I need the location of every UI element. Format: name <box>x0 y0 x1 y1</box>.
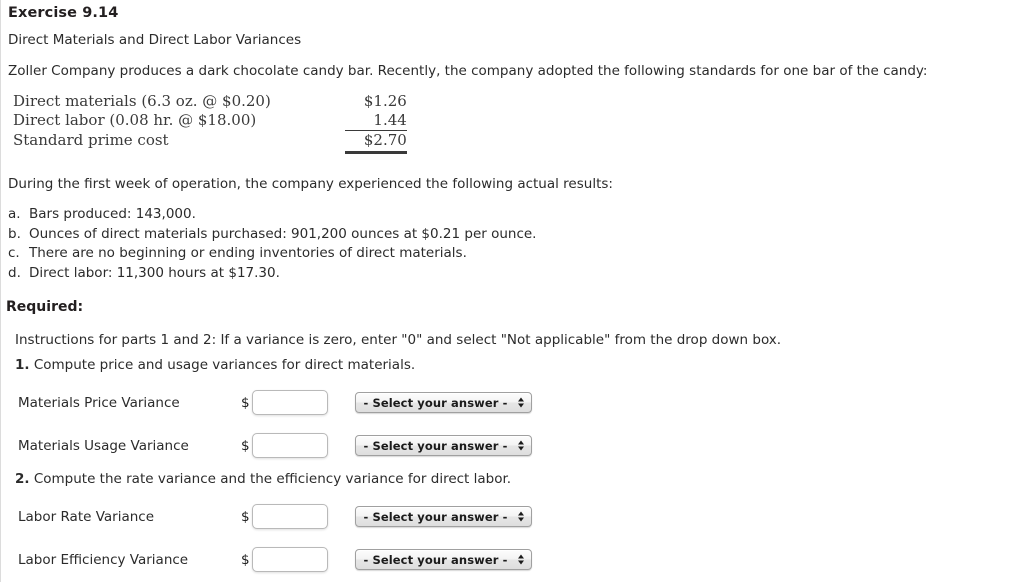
currency-symbol: $ <box>241 394 250 411</box>
list-item-marker: d. <box>8 264 21 281</box>
label-materials-price-variance: Materials Price Variance <box>18 394 180 411</box>
select-materials-usage-variance[interactable]: - Select your answer - <box>355 435 532 456</box>
form-row-labor-efficiency-variance: Labor Efficiency Variance $ - Select you… <box>1 543 1024 576</box>
list-item-marker: b. <box>8 225 21 242</box>
form-row-materials-usage-variance: Materials Usage Variance $ - Select your… <box>1 429 1024 462</box>
list-item-text: Ounces of direct materials purchased: 90… <box>29 225 537 242</box>
list-item-marker: c. <box>8 245 20 261</box>
table-row: Direct materials (6.3 oz. @ $0.20) $1.26 <box>13 92 407 111</box>
standards-table: Direct materials (6.3 oz. @ $0.20) $1.26… <box>13 92 407 154</box>
list-item: a. Bars produced: 143,000. <box>8 205 1024 225</box>
instructions-text: Instructions for parts 1 and 2: If a var… <box>15 332 782 348</box>
select-materials-price-variance[interactable]: - Select your answer - <box>355 392 532 413</box>
actual-results-list: a. Bars produced: 143,000. b. Ounces of … <box>1 205 1024 283</box>
step-1-text: Compute price and usage variances for di… <box>33 357 416 373</box>
exercise-page: Exercise 9.14 Direct Materials and Direc… <box>0 0 1024 582</box>
list-item: b. Ounces of direct materials purchased:… <box>8 225 1024 245</box>
form-row-labor-rate-variance: Labor Rate Variance $ - Select your answ… <box>1 500 1024 533</box>
list-item: d. Direct labor: 11,300 hours at $17.30. <box>8 264 1024 284</box>
standards-row-description: Direct labor (0.08 hr. @ $18.00) <box>13 111 257 130</box>
list-item-text: There are no beginning or ending invento… <box>29 245 467 261</box>
step-1: 1. Compute price and usage variances for… <box>1 348 1024 373</box>
select-labor-rate-variance[interactable]: - Select your answer - <box>355 506 532 527</box>
list-item-text: Direct labor: 11,300 hours at $17.30. <box>29 264 280 281</box>
input-labor-efficiency-variance[interactable] <box>252 547 328 572</box>
standards-table-wrapper: Direct materials (6.3 oz. @ $0.20) $1.26… <box>1 92 1024 154</box>
currency-symbol: $ <box>241 437 250 454</box>
standards-row-description: Standard prime cost <box>13 130 169 149</box>
step-2-text: Compute the rate variance and the effici… <box>33 471 512 487</box>
actual-results-lead-in: During the first week of operation, the … <box>8 176 613 192</box>
step-2-number: 2. <box>15 471 30 487</box>
exercise-intro-paragraph: Zoller Company produces a dark chocolate… <box>8 63 928 79</box>
list-item-text: Bars produced: 143,000. <box>29 206 196 222</box>
currency-symbol: $ <box>241 551 250 568</box>
label-labor-efficiency-variance: Labor Efficiency Variance <box>18 551 189 568</box>
chevron-updown-icon <box>517 552 524 567</box>
standards-row-amount: $1.26 <box>363 92 407 110</box>
chevron-updown-icon <box>517 509 524 524</box>
input-labor-rate-variance[interactable] <box>252 504 328 529</box>
list-item: c. There are no beginning or ending inve… <box>8 244 1024 264</box>
form-row-materials-price-variance: Materials Price Variance $ - Select your… <box>1 386 1024 419</box>
step-2: 2. Compute the rate variance and the eff… <box>1 462 1024 487</box>
standards-row-amount: 1.44 <box>373 111 407 129</box>
select-label: - Select your answer - <box>363 552 508 567</box>
input-materials-price-variance[interactable] <box>252 390 328 415</box>
required-heading: Required: <box>6 299 84 315</box>
step-1-number: 1. <box>15 357 30 373</box>
currency-symbol: $ <box>241 508 250 525</box>
standards-total-amount: $2.70 <box>344 130 407 154</box>
select-labor-efficiency-variance[interactable]: - Select your answer - <box>355 549 532 570</box>
standards-row-description: Direct materials (6.3 oz. @ $0.20) <box>13 92 271 110</box>
select-label: - Select your answer - <box>363 509 508 524</box>
exercise-subtitle: Direct Materials and Direct Labor Varian… <box>8 32 302 48</box>
select-label: - Select your answer - <box>363 438 508 453</box>
table-row: Standard prime cost $2.70 <box>13 130 407 154</box>
select-label: - Select your answer - <box>363 395 508 410</box>
label-labor-rate-variance: Labor Rate Variance <box>18 508 155 525</box>
label-materials-usage-variance: Materials Usage Variance <box>18 437 189 454</box>
list-item-marker: a. <box>8 206 21 222</box>
input-materials-usage-variance[interactable] <box>252 433 328 458</box>
page-title: Exercise 9.14 <box>8 5 119 21</box>
chevron-updown-icon <box>517 395 524 410</box>
chevron-updown-icon <box>517 438 524 453</box>
table-row: Direct labor (0.08 hr. @ $18.00) 1.44 <box>13 111 407 131</box>
